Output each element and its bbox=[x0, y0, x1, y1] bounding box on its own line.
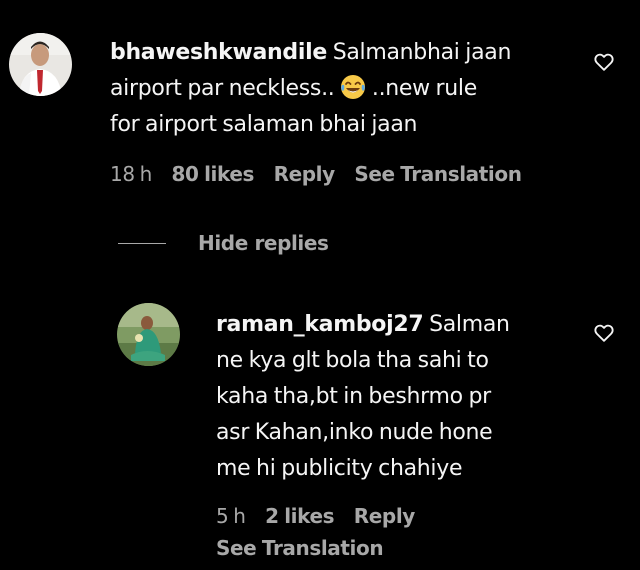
comment-text: ne kya glt bola tha sahi to bbox=[216, 348, 489, 373]
hide-replies-toggle[interactable]: Hide replies bbox=[118, 230, 329, 256]
comment-body: bhaweshkwandile Salmanbhai jaan airport … bbox=[110, 35, 580, 143]
divider-line bbox=[118, 242, 166, 244]
see-translation-button[interactable]: See Translation bbox=[354, 162, 522, 186]
avatar[interactable] bbox=[117, 303, 180, 366]
comment-text: Salman bbox=[429, 312, 510, 337]
comment-2: raman_kamboj27 Salman ne kya glt bola th… bbox=[0, 290, 640, 570]
comment-text: kaha tha,bt in beshrmo pr bbox=[216, 384, 491, 409]
comment-time: 18 h bbox=[110, 162, 152, 186]
hide-replies-label[interactable]: Hide replies bbox=[198, 231, 329, 255]
reply-button[interactable]: Reply bbox=[274, 162, 336, 186]
comment-meta: 18 h 80 likes Reply See Translation bbox=[110, 162, 536, 186]
comment-time: 5 h bbox=[216, 504, 246, 528]
comment-text: asr Kahan,inko nude hone bbox=[216, 420, 493, 445]
see-translation-label[interactable]: See Translation bbox=[216, 536, 384, 560]
comment-username[interactable]: raman_kamboj27 bbox=[216, 312, 424, 337]
comment-text: for airport salaman bhai jaan bbox=[110, 112, 418, 137]
comment-text: Salmanbhai jaan bbox=[332, 40, 512, 65]
heart-outline-icon[interactable] bbox=[593, 322, 615, 344]
comment-body: raman_kamboj27 Salman ne kya glt bola th… bbox=[216, 307, 596, 487]
comment-1: bhaweshkwandile Salmanbhai jaan airport … bbox=[0, 0, 640, 200]
avatar[interactable] bbox=[9, 33, 72, 96]
reply-button[interactable]: Reply bbox=[354, 504, 416, 528]
face-with-tears-of-joy-icon bbox=[341, 75, 366, 99]
comment-meta: 5 h 2 likes Reply bbox=[216, 504, 429, 528]
heart-outline-icon[interactable] bbox=[593, 51, 615, 73]
likes-count[interactable]: 2 likes bbox=[265, 504, 334, 528]
likes-count[interactable]: 80 likes bbox=[171, 162, 254, 186]
comment-text: airport par neckless.. bbox=[110, 76, 335, 101]
comment-text: ..new rule bbox=[371, 76, 477, 101]
comment-text: me hi publicity chahiye bbox=[216, 456, 463, 481]
comment-username[interactable]: bhaweshkwandile bbox=[110, 40, 327, 65]
see-translation-button[interactable]: See Translation bbox=[216, 536, 397, 560]
